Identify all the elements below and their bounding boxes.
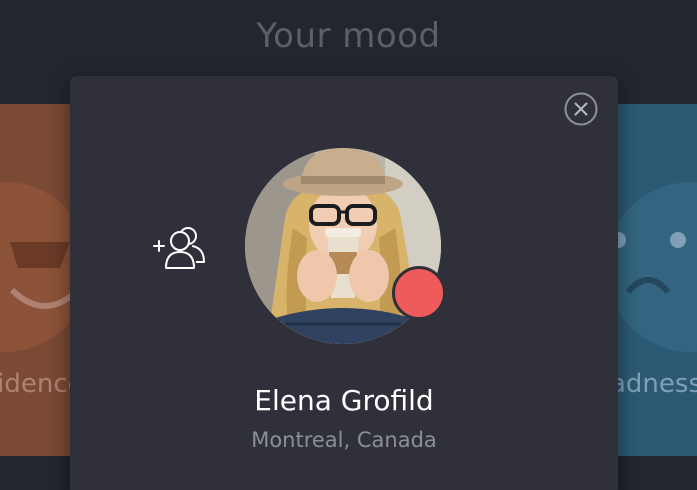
close-button[interactable] bbox=[564, 92, 598, 126]
close-icon bbox=[564, 92, 598, 126]
profile-name: Elena Grofild bbox=[254, 384, 434, 417]
sad-face-icon bbox=[610, 182, 697, 352]
page-title: Your mood bbox=[256, 16, 441, 56]
mood-card-right-label: adness bbox=[610, 369, 697, 399]
add-friend-button[interactable] bbox=[152, 224, 206, 272]
add-friend-icon bbox=[153, 227, 205, 269]
profile-location: Montreal, Canada bbox=[251, 428, 437, 452]
status-indicator bbox=[392, 266, 446, 320]
screen: Your mood fidence adness bbox=[0, 0, 697, 490]
profile-modal: Elena Grofild Montreal, Canada bbox=[70, 76, 618, 490]
mood-card-right[interactable]: adness bbox=[610, 104, 697, 456]
